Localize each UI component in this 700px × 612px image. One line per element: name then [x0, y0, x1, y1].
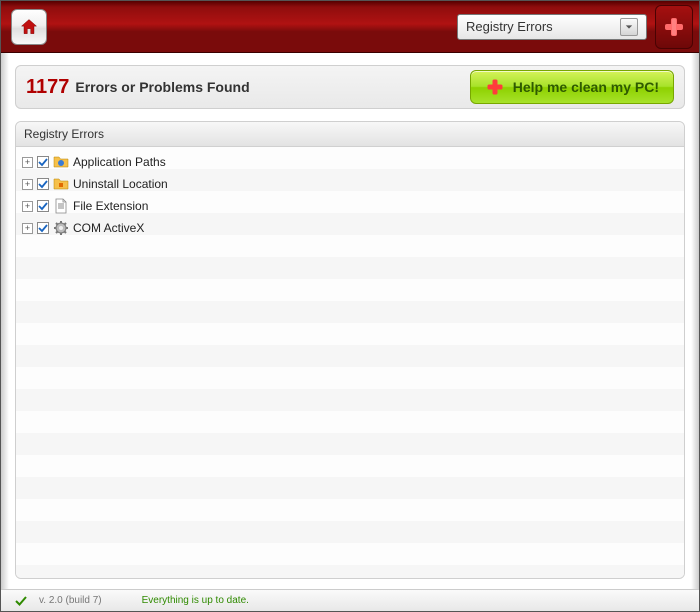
- gear-icon: [53, 220, 69, 236]
- home-icon: [19, 17, 39, 37]
- help-clean-button[interactable]: Help me clean my PC!: [470, 70, 674, 104]
- dropdown-selected-label: Registry Errors: [466, 19, 553, 34]
- help-clean-label: Help me clean my PC!: [513, 79, 659, 95]
- checkbox[interactable]: [37, 200, 49, 212]
- tree-item-label: Uninstall Location: [73, 177, 168, 191]
- tree-item[interactable]: + Uninstall Location: [16, 173, 684, 195]
- version-label: v. 2.0 (build 7): [39, 595, 102, 606]
- check-icon: [15, 595, 27, 607]
- results-tree[interactable]: + Application Paths + Uninstall Location + Fi…: [16, 147, 684, 578]
- tree-item-label: COM ActiveX: [73, 221, 144, 235]
- checkbox[interactable]: [37, 222, 49, 234]
- expand-icon[interactable]: +: [22, 179, 33, 190]
- category-dropdown[interactable]: Registry Errors: [457, 14, 647, 40]
- folder-orange-icon: [53, 176, 69, 192]
- tree-item[interactable]: + COM ActiveX: [16, 217, 684, 239]
- medical-cross-icon: [662, 15, 686, 39]
- summary-bar: 1177 Errors or Problems Found Help me cl…: [15, 65, 685, 109]
- summary-label: Errors or Problems Found: [75, 79, 249, 95]
- medical-cross-icon: [485, 77, 505, 97]
- checkbox[interactable]: [37, 156, 49, 168]
- update-status: Everything is up to date.: [142, 595, 249, 606]
- panel-title: Registry Errors: [16, 122, 684, 147]
- top-bar: Registry Errors: [1, 1, 699, 53]
- expand-icon[interactable]: +: [22, 223, 33, 234]
- tree-item[interactable]: + File Extension: [16, 195, 684, 217]
- clinic-button[interactable]: [655, 5, 693, 49]
- home-button[interactable]: [11, 9, 47, 45]
- folder-blue-icon: [53, 154, 69, 170]
- tree-item-label: Application Paths: [73, 155, 166, 169]
- tree-item[interactable]: + Application Paths: [16, 151, 684, 173]
- checkbox[interactable]: [37, 178, 49, 190]
- file-icon: [53, 198, 69, 214]
- error-count: 1177: [26, 76, 69, 99]
- results-panel: Registry Errors + Application Paths + Unins…: [15, 121, 685, 579]
- expand-icon[interactable]: +: [22, 201, 33, 212]
- tree-item-label: File Extension: [73, 199, 148, 213]
- status-bar: v. 2.0 (build 7) Everything is up to dat…: [1, 589, 699, 611]
- expand-icon[interactable]: +: [22, 157, 33, 168]
- chevron-down-icon: [620, 18, 638, 36]
